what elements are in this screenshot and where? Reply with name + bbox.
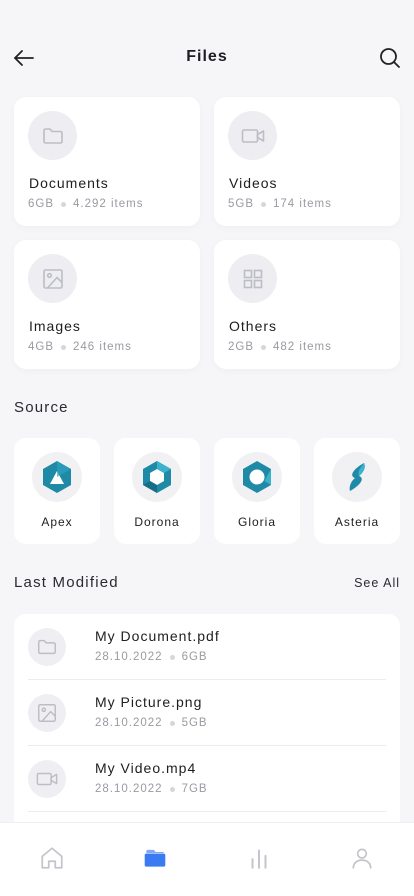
gloria-logo-icon	[243, 461, 271, 493]
source-name: Asteria	[334, 515, 380, 529]
file-meta: 28.10.2022 7GB	[95, 783, 208, 795]
category-size: 2GB	[228, 341, 255, 353]
file-name: My Document.pdf	[95, 628, 220, 644]
file-row[interactable]: My Document.pdf 28.10.2022 6GB	[28, 614, 386, 680]
category-grid: Documents 6GB 4.292 items Videos 5GB 174…	[14, 97, 400, 369]
source-name: Dorona	[134, 515, 180, 529]
file-date: 28.10.2022	[95, 651, 163, 663]
image-icon	[38, 704, 56, 722]
file-row[interactable]: My Video.mp4 28.10.2022 7GB	[28, 746, 386, 812]
category-name: Videos	[229, 175, 278, 191]
category-count: 174 items	[273, 198, 332, 210]
tab-stats[interactable]	[207, 823, 311, 896]
source-card-dorona[interactable]: Dorona	[114, 438, 200, 544]
bar-chart-icon	[251, 848, 267, 869]
category-meta: 5GB 174 items	[228, 198, 332, 210]
category-card-others[interactable]: Others 2GB 482 items	[214, 240, 400, 369]
grid-icon	[243, 269, 262, 288]
file-name: My Picture.png	[95, 694, 203, 710]
file-date: 28.10.2022	[95, 717, 163, 729]
source-logo-wrap	[332, 452, 382, 502]
separator-dot	[261, 201, 267, 207]
source-name: Apex	[41, 515, 73, 529]
header: Files	[0, 40, 414, 76]
page-title: Files	[186, 48, 228, 65]
category-name: Others	[229, 318, 278, 334]
source-section-title: Source	[14, 399, 69, 416]
file-size: 7GB	[181, 783, 208, 795]
category-size: 4GB	[28, 341, 55, 353]
category-size: 5GB	[228, 198, 255, 210]
separator-dot	[61, 201, 67, 207]
file-meta: 28.10.2022 5GB	[95, 717, 208, 729]
video-camera-icon	[241, 128, 264, 143]
apex-logo-icon	[43, 461, 71, 493]
category-count: 482 items	[273, 341, 332, 353]
category-name: Images	[29, 318, 81, 334]
category-icon-wrap	[28, 254, 77, 303]
image-icon	[42, 268, 63, 289]
category-meta: 2GB 482 items	[228, 341, 332, 353]
home-icon	[41, 846, 63, 869]
category-meta: 4GB 246 items	[28, 341, 132, 353]
category-count: 246 items	[73, 341, 132, 353]
source-name: Gloria	[237, 515, 276, 529]
folder-icon	[42, 127, 63, 144]
category-count: 4.292 items	[73, 198, 144, 210]
separator-dot	[169, 654, 175, 660]
category-icon-wrap	[228, 111, 277, 160]
tab-home[interactable]	[0, 823, 104, 896]
source-card-asteria[interactable]: Asteria	[314, 438, 400, 544]
category-meta: 6GB 4.292 items	[28, 198, 143, 210]
search-icon	[380, 48, 400, 68]
source-logo-wrap	[132, 452, 182, 502]
separator-dot	[261, 344, 267, 350]
asteria-logo-icon	[349, 463, 365, 491]
file-size: 6GB	[181, 651, 208, 663]
folder-icon	[144, 849, 166, 867]
source-list: Apex Dorona Gloria Asteria	[14, 438, 414, 544]
see-all-link[interactable]: See All	[354, 576, 400, 590]
separator-dot	[169, 786, 175, 792]
tab-profile[interactable]	[311, 823, 414, 896]
category-icon-wrap	[228, 254, 277, 303]
category-size: 6GB	[28, 198, 55, 210]
bottom-tab-bar	[0, 822, 414, 896]
search-button[interactable]	[376, 44, 404, 72]
category-name: Documents	[29, 175, 109, 191]
category-card-videos[interactable]: Videos 5GB 174 items	[214, 97, 400, 226]
tab-files[interactable]	[104, 823, 208, 896]
file-icon-wrap	[28, 694, 66, 732]
file-row[interactable]: My Picture.png 28.10.2022 5GB	[28, 680, 386, 746]
file-name: My Video.mp4	[95, 760, 197, 776]
source-card-apex[interactable]: Apex	[14, 438, 100, 544]
file-icon-wrap	[28, 628, 66, 666]
separator-dot	[61, 344, 67, 350]
last-modified-section-title: Last Modified	[14, 574, 119, 591]
source-card-gloria[interactable]: Gloria	[214, 438, 300, 544]
category-icon-wrap	[28, 111, 77, 160]
file-icon-wrap	[28, 760, 66, 798]
separator-dot	[169, 720, 175, 726]
source-logo-wrap	[232, 452, 282, 502]
user-icon	[352, 847, 372, 869]
source-logo-wrap	[32, 452, 82, 502]
file-size: 5GB	[181, 717, 208, 729]
file-meta: 28.10.2022 6GB	[95, 651, 208, 663]
video-camera-icon	[36, 772, 58, 786]
files-screen: Files Documents 6GB 4.292 items Videos 5…	[0, 0, 414, 896]
category-card-images[interactable]: Images 4GB 246 items	[14, 240, 200, 369]
folder-icon	[38, 639, 56, 655]
category-card-documents[interactable]: Documents 6GB 4.292 items	[14, 97, 200, 226]
dorona-logo-icon	[143, 461, 171, 493]
file-date: 28.10.2022	[95, 783, 163, 795]
